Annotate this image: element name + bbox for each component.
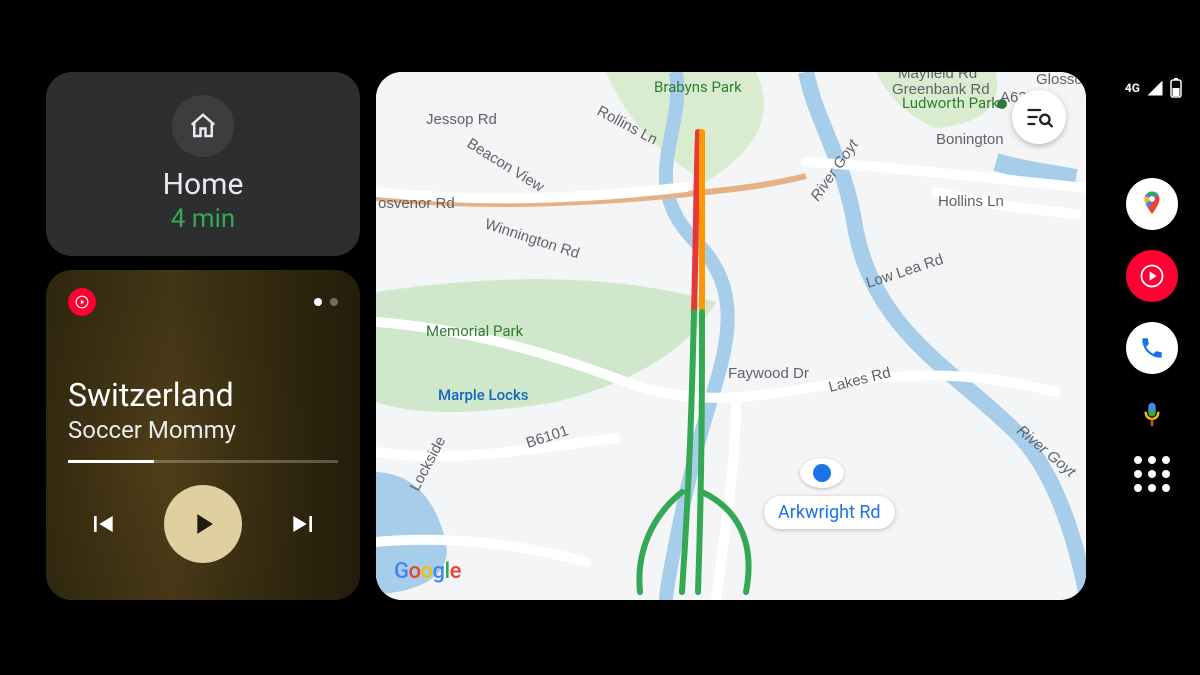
- map-label: Bonington: [936, 131, 1004, 148]
- network-label: 4G: [1125, 81, 1140, 95]
- right-rail: 4G: [1104, 0, 1200, 675]
- track-artist: Soccer Mommy: [68, 416, 338, 444]
- house-icon: [188, 111, 218, 141]
- destination-eta: 4 min: [171, 204, 236, 234]
- route-search-icon: [1025, 103, 1053, 131]
- map-attribution-logo: Google: [394, 559, 461, 584]
- maps-app-button[interactable]: [1126, 178, 1178, 230]
- current-location-chip[interactable]: Arkwright Rd: [764, 496, 895, 529]
- app-launcher-button[interactable]: [1132, 454, 1172, 494]
- home-icon-circle: [172, 95, 234, 157]
- playback-progress[interactable]: [68, 460, 338, 463]
- phone-app-button[interactable]: [1126, 322, 1178, 374]
- map-canvas[interactable]: Jessop RdBeacon ViewRollins LnBrabyns Pa…: [376, 72, 1086, 600]
- google-assistant-mic-icon: [1137, 399, 1167, 429]
- status-bar: 4G: [1125, 78, 1182, 98]
- map-label: Ludworth Park: [902, 94, 999, 112]
- skip-previous-button[interactable]: [82, 504, 122, 544]
- play-icon: [186, 507, 220, 541]
- page-dot: [330, 298, 338, 306]
- youtube-music-app-button[interactable]: [1126, 250, 1178, 302]
- page-indicator: [314, 298, 338, 306]
- skip-previous-icon: [86, 508, 118, 540]
- current-location-dot: [800, 458, 844, 488]
- map-label: Faywood Dr: [728, 365, 809, 382]
- phone-app-icon: [1139, 335, 1165, 361]
- youtube-music-icon: [68, 288, 96, 316]
- youtube-music-app-icon: [1138, 262, 1166, 290]
- map-label: Hollins Ln: [938, 193, 1004, 210]
- media-card[interactable]: Switzerland Soccer Mommy: [46, 270, 360, 600]
- battery-half-icon: [1170, 78, 1182, 98]
- map-label: Memorial Park: [426, 322, 524, 340]
- page-dot-active: [314, 298, 322, 306]
- maps-app-icon: [1137, 189, 1167, 219]
- destination-title: Home: [163, 167, 244, 202]
- map-label: Glosso: [1036, 72, 1083, 88]
- track-title: Switzerland: [68, 376, 338, 414]
- destination-card[interactable]: Home 4 min: [46, 72, 360, 256]
- cell-signal-icon: [1146, 80, 1164, 96]
- map-search-button[interactable]: [1012, 90, 1066, 144]
- playback-progress-fill: [68, 460, 154, 463]
- skip-next-icon: [288, 508, 320, 540]
- skip-next-button[interactable]: [284, 504, 324, 544]
- map-label: Jessop Rd: [426, 111, 497, 128]
- map-label: osvenor Rd: [378, 195, 455, 212]
- assistant-mic-button[interactable]: [1132, 394, 1172, 434]
- map-label: Brabyns Park: [654, 78, 742, 96]
- play-button[interactable]: [164, 485, 242, 563]
- map-label: Marple Locks: [438, 386, 529, 404]
- map-panel[interactable]: Jessop RdBeacon ViewRollins LnBrabyns Pa…: [376, 72, 1086, 600]
